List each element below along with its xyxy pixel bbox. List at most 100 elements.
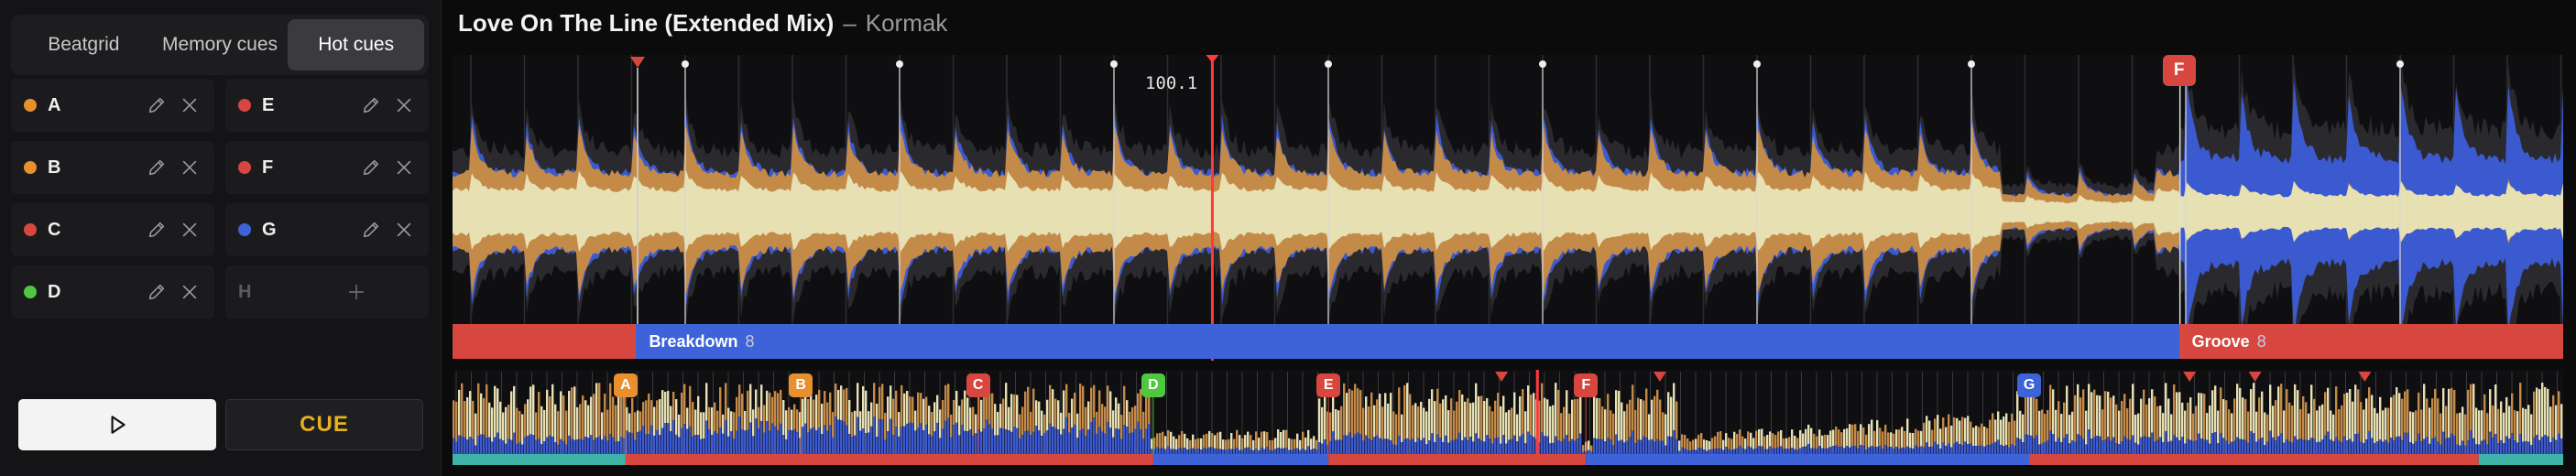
overview-wave-bar	[1708, 440, 1711, 450]
overview-memory-cue	[1495, 372, 1509, 382]
overview-wave-bar	[1456, 401, 1458, 439]
plus-icon[interactable]	[344, 280, 368, 304]
overview-wave-bar-low	[700, 438, 703, 454]
overview-wave-bar	[1491, 411, 1494, 444]
phrase-segment[interactable]: Breakdown 8	[636, 324, 2179, 359]
overview-wave-bar-low	[2277, 436, 2280, 454]
overview-wave-bar-low	[2008, 447, 2011, 454]
overview-wave-bar	[2206, 413, 2209, 440]
hot-cue-slot-c[interactable]: C	[11, 203, 214, 256]
overview-wave-bar-low	[2244, 439, 2247, 454]
overview-wave-bar-low	[2525, 440, 2527, 454]
overview-wave-bar-low	[1964, 441, 1967, 454]
close-icon[interactable]	[178, 218, 202, 242]
overview-hot-cue-a[interactable]: A	[613, 373, 638, 397]
overview-wave-bar-low	[2220, 433, 2222, 454]
overview-wave-bar-low	[2426, 437, 2429, 454]
overview-wave-bar-low	[914, 430, 917, 454]
overview-wave-bar	[2382, 410, 2385, 442]
cue-button[interactable]: CUE	[225, 399, 423, 450]
close-icon[interactable]	[178, 280, 202, 304]
overview-wave-bar	[2508, 406, 2511, 439]
phrase-segment[interactable]: Groove 8	[2178, 324, 2563, 359]
overview-hot-cue-b[interactable]: B	[789, 373, 813, 397]
tab-memory-cues[interactable]: Memory cues	[152, 19, 289, 70]
overview-wave-bar	[1634, 409, 1637, 444]
hot-cue-slot-f[interactable]: F	[225, 141, 429, 194]
overview-wave-bar	[1123, 385, 1126, 426]
overview-wave-bar-low	[1733, 449, 1736, 454]
overview-wave-bar	[1821, 435, 1824, 449]
overview-wave-bar	[2247, 411, 2250, 443]
overview-hot-cue-g[interactable]: G	[2017, 373, 2042, 397]
overview-wave-bar-low	[1719, 449, 1722, 454]
pencil-icon[interactable]	[359, 218, 383, 242]
main-waveform[interactable]: 100.1 F Breakdown 8 Groove 8	[453, 55, 2563, 361]
play-button[interactable]	[18, 399, 216, 450]
track-overview[interactable]: A B C D E F G	[453, 370, 2563, 465]
overview-wave-bar	[1228, 438, 1230, 449]
pencil-icon[interactable]	[359, 156, 383, 179]
close-icon[interactable]	[178, 93, 202, 117]
pencil-icon[interactable]	[145, 280, 169, 304]
hot-cue-slot-g[interactable]: G	[225, 203, 429, 256]
overview-wave-bar-low	[983, 428, 986, 454]
overview-wave-bar	[2058, 401, 2060, 438]
overview-wave-bar-low	[571, 438, 573, 454]
overview-wave-bar-low	[1027, 430, 1030, 454]
pencil-icon[interactable]	[145, 218, 169, 242]
overview-wave-bar	[1741, 436, 1744, 449]
close-icon[interactable]	[392, 218, 416, 242]
overview-wave-bar-low	[2005, 445, 2008, 454]
close-icon[interactable]	[178, 156, 202, 179]
overview-wave-bar	[1772, 433, 1774, 449]
close-icon[interactable]	[392, 93, 416, 117]
overview-wave-bar-low	[1233, 449, 1236, 454]
overview-wave-bar	[1959, 420, 1961, 444]
hot-cue-label: F	[262, 157, 274, 178]
hot-cue-slot-e[interactable]: E	[225, 79, 429, 132]
hot-cue-slot-h[interactable]: H	[225, 265, 429, 319]
overview-wave-bar-low	[942, 428, 944, 454]
overview-wave-bar	[1599, 397, 1601, 439]
overview-wave-bar	[2066, 385, 2068, 435]
overview-wave-bar-low	[2494, 434, 2497, 454]
overview-wave-bar-low	[1420, 439, 1423, 454]
overview-wave-bar	[1610, 410, 1612, 440]
overview-hot-cue-d[interactable]: D	[1141, 373, 1165, 397]
overview-wave-bar-low	[2368, 430, 2371, 454]
overview-wave-bar-low	[494, 437, 497, 454]
overview-wave-bar-low	[868, 432, 870, 454]
hot-cue-slot-b[interactable]: B	[11, 141, 214, 194]
overview-wave-bar-low	[1406, 438, 1409, 454]
overview-wave-bar	[2096, 395, 2099, 437]
close-icon[interactable]	[392, 156, 416, 179]
overview-hot-cue-f[interactable]: F	[1574, 373, 1599, 397]
pencil-icon[interactable]	[359, 93, 383, 117]
overview-hot-cue-e[interactable]: E	[1316, 373, 1341, 397]
overview-wave-bar	[714, 402, 716, 432]
pencil-icon[interactable]	[145, 156, 169, 179]
phrase-segment[interactable]	[453, 324, 637, 359]
memory-cue-marker-f[interactable]: F	[2162, 55, 2196, 86]
hot-cue-slot-a[interactable]: A	[11, 79, 214, 132]
overview-wave-bar-low	[1555, 436, 1557, 454]
overview-wave-bar	[1280, 431, 1283, 449]
overview-wave-bar-low	[749, 422, 752, 454]
hot-cue-label: E	[262, 94, 275, 115]
overview-wave-bar	[1486, 397, 1489, 436]
overview-hot-cue-c[interactable]: C	[966, 373, 990, 397]
pencil-icon[interactable]	[145, 93, 169, 117]
overview-wave-bar-low	[2195, 440, 2198, 454]
overview-wave-bar	[1780, 430, 1783, 447]
overview-wave-bar-low	[1854, 446, 1857, 454]
overview-wave-bar	[1274, 438, 1277, 449]
overview-wave-bar-low	[623, 438, 626, 454]
overview-wave-bar-low	[1882, 449, 1884, 454]
hot-cue-slot-d[interactable]: D	[11, 265, 214, 319]
overview-wave-bar-low	[879, 418, 881, 454]
tab-hot-cues[interactable]: Hot cues	[288, 19, 425, 70]
tab-beatgrid[interactable]: Beatgrid	[16, 19, 152, 70]
overview-wave-bar-low	[2129, 439, 2132, 454]
overview-wave-bar	[1184, 433, 1186, 449]
